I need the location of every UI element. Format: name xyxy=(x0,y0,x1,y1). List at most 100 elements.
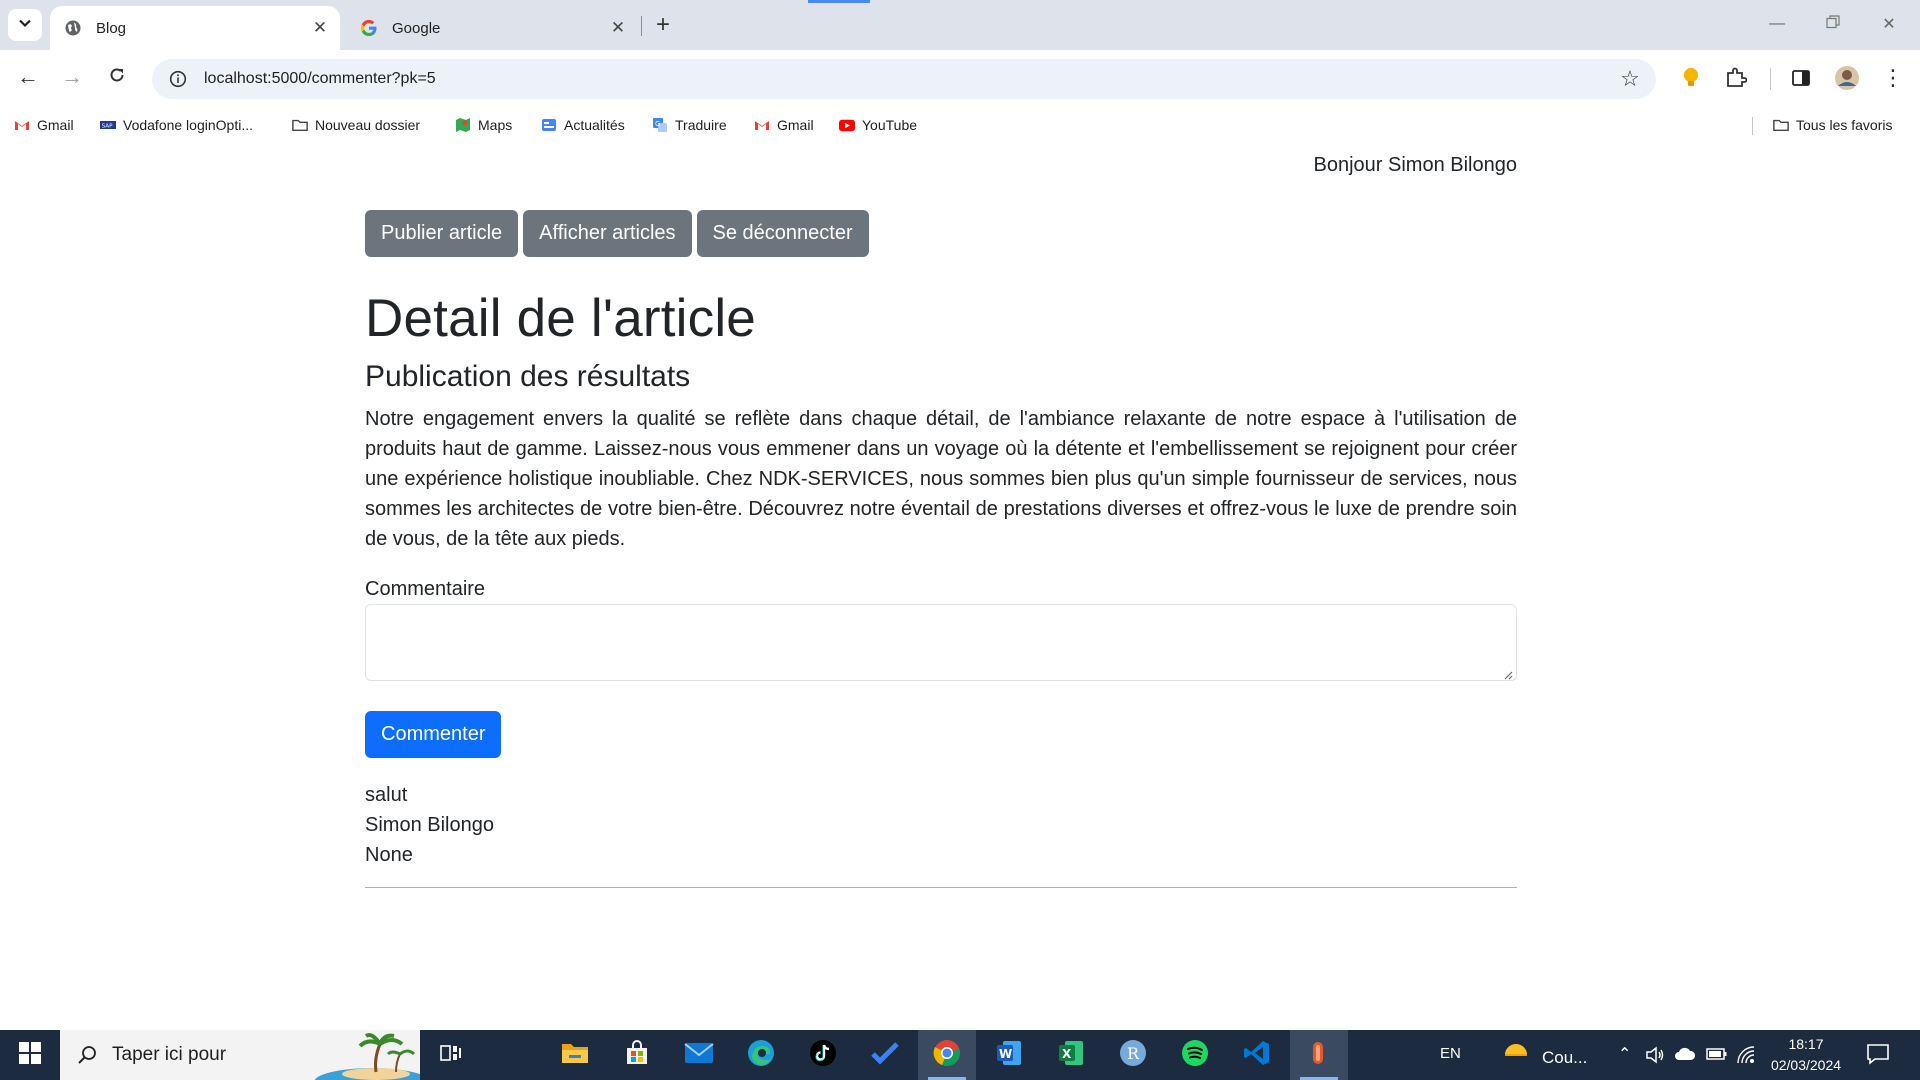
close-icon: ✕ xyxy=(1882,16,1896,33)
side-panel-icon[interactable] xyxy=(1786,63,1816,93)
vscode-button[interactable] xyxy=(1228,1030,1286,1080)
excel-button[interactable]: X xyxy=(1042,1030,1100,1080)
profile-avatar[interactable] xyxy=(1832,63,1862,93)
url-text[interactable]: localhost:5000/commenter?pk=5 xyxy=(204,70,1610,88)
start-button[interactable] xyxy=(0,1030,60,1080)
file-explorer-icon xyxy=(561,1041,589,1070)
comment-divider xyxy=(365,887,1517,888)
comment-label: Commentaire xyxy=(365,578,486,600)
extensions-icon[interactable] xyxy=(1721,63,1751,93)
microsoft-store-icon xyxy=(624,1039,650,1071)
mail-button[interactable] xyxy=(670,1030,728,1080)
publish-article-button[interactable]: Publier article xyxy=(365,210,519,257)
close-icon[interactable]: ✕ xyxy=(604,14,632,42)
weather-label: Cou... xyxy=(1542,1047,1588,1067)
all-bookmarks[interactable]: Tous les favoris xyxy=(1773,115,1892,135)
tab-blog[interactable]: Blog ✕ xyxy=(50,6,340,50)
speaker-icon[interactable] xyxy=(1645,1045,1665,1070)
tab-separator xyxy=(641,16,642,36)
bookmark-gmail[interactable]: Gmail xyxy=(14,115,74,135)
word-icon: W xyxy=(995,1039,1023,1072)
weather-widget[interactable]: Cou... xyxy=(1500,1042,1587,1073)
taskbar-search-box[interactable]: Taper ici pour xyxy=(60,1030,420,1080)
spotify-button[interactable] xyxy=(1166,1030,1224,1080)
bookmark-label: Maps xyxy=(478,117,513,133)
bookmark-maps[interactable]: Maps xyxy=(455,115,512,135)
wifi-icon[interactable] xyxy=(1736,1045,1756,1070)
lightbulb-icon[interactable] xyxy=(1676,63,1706,93)
bookmark-actualites[interactable]: Actualités xyxy=(541,115,625,135)
tiktok-button[interactable] xyxy=(794,1030,852,1080)
resize-handle-icon[interactable] xyxy=(1503,667,1513,680)
bookmark-youtube[interactable]: YouTube xyxy=(839,115,917,135)
restore-button[interactable] xyxy=(1808,8,1858,40)
chevron-down-icon xyxy=(18,16,32,35)
taskbar-clock[interactable]: 18:17 02/03/2024 xyxy=(1756,1034,1856,1076)
reload-button[interactable] xyxy=(99,59,135,95)
logout-button[interactable]: Se déconnecter xyxy=(696,210,869,257)
gmail-icon xyxy=(14,117,30,133)
chevron-up-icon[interactable]: ⌃ xyxy=(1618,1044,1631,1064)
info-icon[interactable] xyxy=(158,59,198,99)
menu-kebab-icon[interactable]: ⋮ xyxy=(1878,63,1908,93)
arrow-left-icon: ← xyxy=(17,64,39,89)
word-button[interactable]: W xyxy=(980,1030,1038,1080)
bookmark-traduire[interactable]: G Traduire xyxy=(652,115,727,135)
tab-google[interactable]: Google ✕ xyxy=(346,6,638,50)
r-app-button[interactable]: R xyxy=(1104,1030,1162,1080)
search-placeholder: Taper ici pour xyxy=(112,1044,227,1065)
language-indicator[interactable]: EN xyxy=(1440,1045,1461,1062)
minimize-icon: — xyxy=(1769,15,1785,32)
tab-search-button[interactable] xyxy=(8,9,42,41)
microsoft-store-button[interactable] xyxy=(608,1030,666,1080)
svg-text:SAP: SAP xyxy=(102,123,113,129)
running-app-button[interactable] xyxy=(1290,1030,1348,1080)
chrome-button[interactable] xyxy=(918,1030,976,1080)
tab-title: Google xyxy=(392,19,441,37)
forward-button[interactable]: → xyxy=(54,59,90,95)
comment-text: salut xyxy=(365,784,408,806)
onedrive-icon[interactable] xyxy=(1674,1046,1696,1067)
web-page: Bonjour Simon Bilongo Publier article Af… xyxy=(0,142,1920,1030)
show-articles-button[interactable]: Afficher articles xyxy=(523,210,692,257)
task-view-icon xyxy=(440,1043,462,1068)
todo-icon xyxy=(871,1041,899,1070)
reload-icon xyxy=(108,64,126,90)
browser-tab-strip: Blog ✕ Google ✕ + — ✕ xyxy=(0,0,1920,50)
comment-item: salut Simon Bilongo None xyxy=(365,780,494,870)
comment-author: Simon Bilongo xyxy=(365,814,494,836)
comment-textarea[interactable] xyxy=(365,604,1517,681)
spotify-icon xyxy=(1181,1039,1209,1072)
todo-button[interactable] xyxy=(856,1030,914,1080)
bookmark-gmail-2[interactable]: Gmail xyxy=(754,115,814,135)
task-view-button[interactable] xyxy=(422,1030,480,1080)
edge-button[interactable] xyxy=(732,1030,790,1080)
toolbar-separator xyxy=(1770,68,1771,90)
minimize-button[interactable]: — xyxy=(1752,8,1802,40)
bookmark-label: YouTube xyxy=(862,117,918,133)
r-icon: R xyxy=(1119,1039,1147,1072)
vodafone-icon: SAP xyxy=(100,117,116,133)
svg-text:R: R xyxy=(1127,1044,1140,1063)
bookmark-label: Traduire xyxy=(675,117,727,133)
svg-text:G: G xyxy=(655,120,660,128)
new-tab-button[interactable]: + xyxy=(648,10,678,40)
file-explorer-button[interactable] xyxy=(546,1030,604,1080)
edge-icon xyxy=(747,1039,775,1072)
clock-time: 18:17 xyxy=(1788,1036,1824,1052)
address-bar[interactable]: localhost:5000/commenter?pk=5 ☆ xyxy=(152,59,1656,99)
globe-icon xyxy=(64,19,82,37)
app-icon xyxy=(1305,1039,1333,1072)
close-icon[interactable]: ✕ xyxy=(306,14,334,42)
bookmark-label: Nouveau dossier xyxy=(315,117,421,133)
user-greeting: Bonjour Simon Bilongo xyxy=(1313,154,1517,176)
bookmark-vodafone[interactable]: SAP Vodafone loginOpti... xyxy=(100,115,253,135)
close-window-button[interactable]: ✕ xyxy=(1864,8,1914,40)
bookmark-nouveau-dossier[interactable]: Nouveau dossier xyxy=(292,115,420,135)
clock-date: 02/03/2024 xyxy=(1770,1057,1842,1073)
battery-icon[interactable] xyxy=(1706,1047,1728,1066)
notification-icon[interactable] xyxy=(1866,1042,1890,1071)
bookmark-star-icon[interactable]: ☆ xyxy=(1610,59,1650,99)
comment-submit-button[interactable]: Commenter xyxy=(365,711,502,758)
back-button[interactable]: ← xyxy=(10,59,46,95)
